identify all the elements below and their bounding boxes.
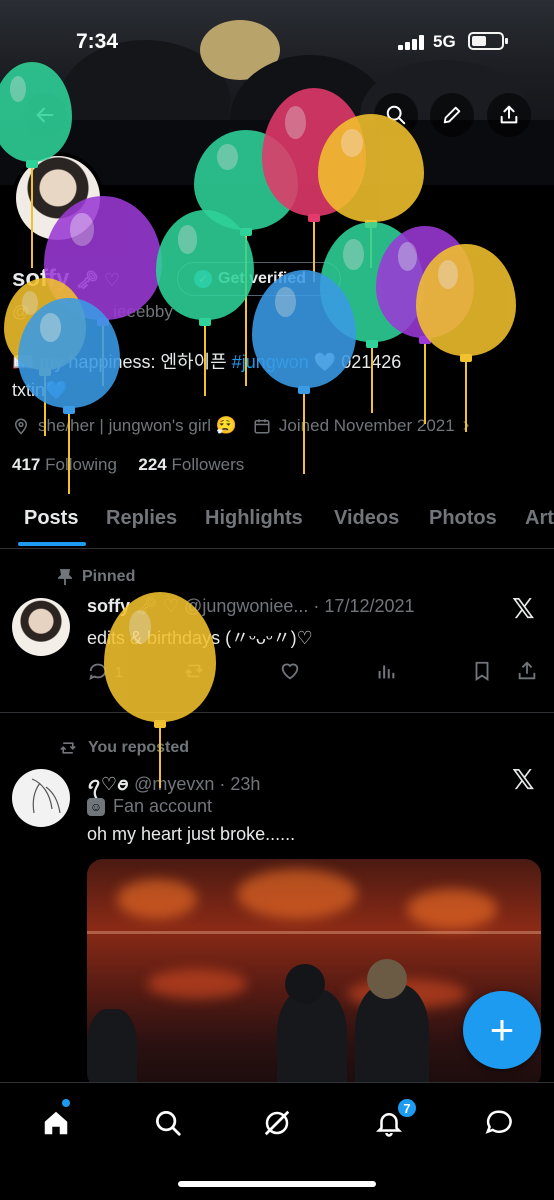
balloon-string — [31, 168, 33, 268]
balloon-string — [204, 326, 206, 396]
balloon-knot — [154, 720, 166, 728]
followers-link[interactable]: 224 Followers — [138, 455, 244, 474]
edit-button[interactable] — [430, 93, 474, 137]
tab-videos[interactable]: Videos — [334, 507, 399, 530]
nav-home[interactable] — [34, 1101, 78, 1145]
avatar-sketch — [31, 778, 61, 814]
balloon-knot — [460, 354, 472, 362]
performer — [277, 989, 347, 1089]
status-bar: 7:34 5G — [0, 20, 554, 64]
active-tab-indicator — [18, 542, 86, 546]
views-button[interactable] — [375, 660, 397, 688]
nav-explore[interactable] — [146, 1101, 190, 1145]
reposted-label: You reposted — [88, 739, 190, 756]
followers-label: Followers — [171, 455, 245, 474]
calendar-icon — [254, 418, 270, 433]
balloon-string — [303, 394, 305, 474]
battery-icon — [468, 32, 508, 50]
balloon-string — [68, 414, 70, 494]
status-time: 7:34 — [76, 30, 119, 53]
balloon — [252, 270, 356, 388]
pin-icon — [58, 569, 72, 585]
performer — [355, 984, 429, 1089]
performer — [87, 1009, 137, 1089]
home-unread-dot — [62, 1099, 70, 1107]
balloon — [416, 244, 516, 356]
post-context: You reposted — [58, 739, 189, 757]
tab-highlights[interactable]: Highlights — [205, 507, 303, 530]
compose-plus-icon: + — [489, 1006, 515, 1053]
following-label: Following — [45, 455, 117, 474]
avatar[interactable] — [12, 769, 70, 827]
balloon-string — [371, 348, 373, 413]
tab-replies[interactable]: Replies — [106, 507, 177, 530]
author-handle[interactable]: @jungwoniee... — [184, 596, 308, 616]
home-icon — [44, 1111, 68, 1135]
share-icon — [500, 105, 518, 124]
profile-meta: she/her | jungwon's girl 😮‍💨 Joined Nove… — [12, 414, 469, 437]
share-icon — [518, 661, 536, 680]
follow-counts: 417 Following 224 Followers — [12, 455, 244, 475]
tab-art[interactable]: Art — [525, 507, 554, 530]
following-count: 417 — [12, 455, 41, 474]
profile-tabs: Posts Replies Highlights Videos Photos A… — [0, 497, 554, 549]
balloon — [18, 298, 120, 408]
pencil-icon — [443, 106, 461, 124]
repost-icon — [60, 742, 76, 754]
balloon — [104, 592, 216, 722]
balloon — [156, 210, 254, 320]
balloon-knot — [199, 318, 211, 326]
following-link[interactable]: 417 Following — [12, 455, 117, 474]
pinned-label: Pinned — [82, 568, 136, 585]
post-date[interactable]: · 23h — [219, 774, 260, 794]
fan-account-icon: ☺ — [87, 797, 105, 816]
balloon-knot — [308, 214, 320, 222]
views-icon — [378, 665, 395, 679]
x-logo-icon: 𝕏 — [512, 764, 535, 795]
fan-account-label: Fan account — [113, 796, 213, 816]
share-button[interactable] — [487, 93, 531, 137]
like-button[interactable] — [279, 660, 301, 688]
share-post-button[interactable] — [516, 660, 538, 688]
cellular-signal-icon — [398, 34, 426, 50]
avatar[interactable] — [12, 598, 70, 656]
post-text: oh my heart just broke...... — [87, 824, 296, 844]
nav-grok[interactable] — [255, 1101, 299, 1145]
balloon-knot — [63, 406, 75, 414]
notifications-badge: 7 — [396, 1097, 418, 1119]
balloon-knot — [366, 340, 378, 348]
grok-icon — [264, 1110, 290, 1136]
tab-posts[interactable]: Posts — [24, 507, 78, 530]
explore-icon — [156, 1111, 181, 1136]
network-type: 5G — [433, 32, 456, 51]
author-handle[interactable]: @myevxn — [134, 774, 214, 794]
author-name[interactable]: ꪖ♡ꪮ — [87, 774, 129, 794]
balloon-string — [159, 728, 161, 788]
balloon-string — [465, 362, 467, 432]
balloon-knot — [26, 160, 38, 168]
divider — [0, 712, 554, 713]
location-icon — [14, 418, 28, 435]
balloon-string — [424, 344, 426, 424]
balloon-knot — [298, 386, 310, 394]
bookmark-icon — [475, 661, 489, 681]
like-icon — [281, 663, 299, 680]
x-logo-icon: 𝕏 — [512, 593, 535, 624]
profile-joined-date: Joined November 2021 — [278, 415, 455, 435]
post-date[interactable]: · 17/12/2021 — [313, 596, 414, 616]
compose-button[interactable]: + — [463, 991, 541, 1069]
bookmark-button[interactable] — [471, 660, 493, 688]
messages-icon — [485, 1110, 512, 1134]
home-indicator — [178, 1181, 376, 1187]
post-context: Pinned — [58, 568, 135, 586]
automated-label[interactable]: ☺ Fan account — [87, 796, 212, 817]
balloon — [318, 114, 424, 222]
tab-photos[interactable]: Photos — [429, 507, 497, 530]
followers-count: 224 — [138, 455, 167, 474]
nav-messages[interactable] — [477, 1101, 521, 1145]
